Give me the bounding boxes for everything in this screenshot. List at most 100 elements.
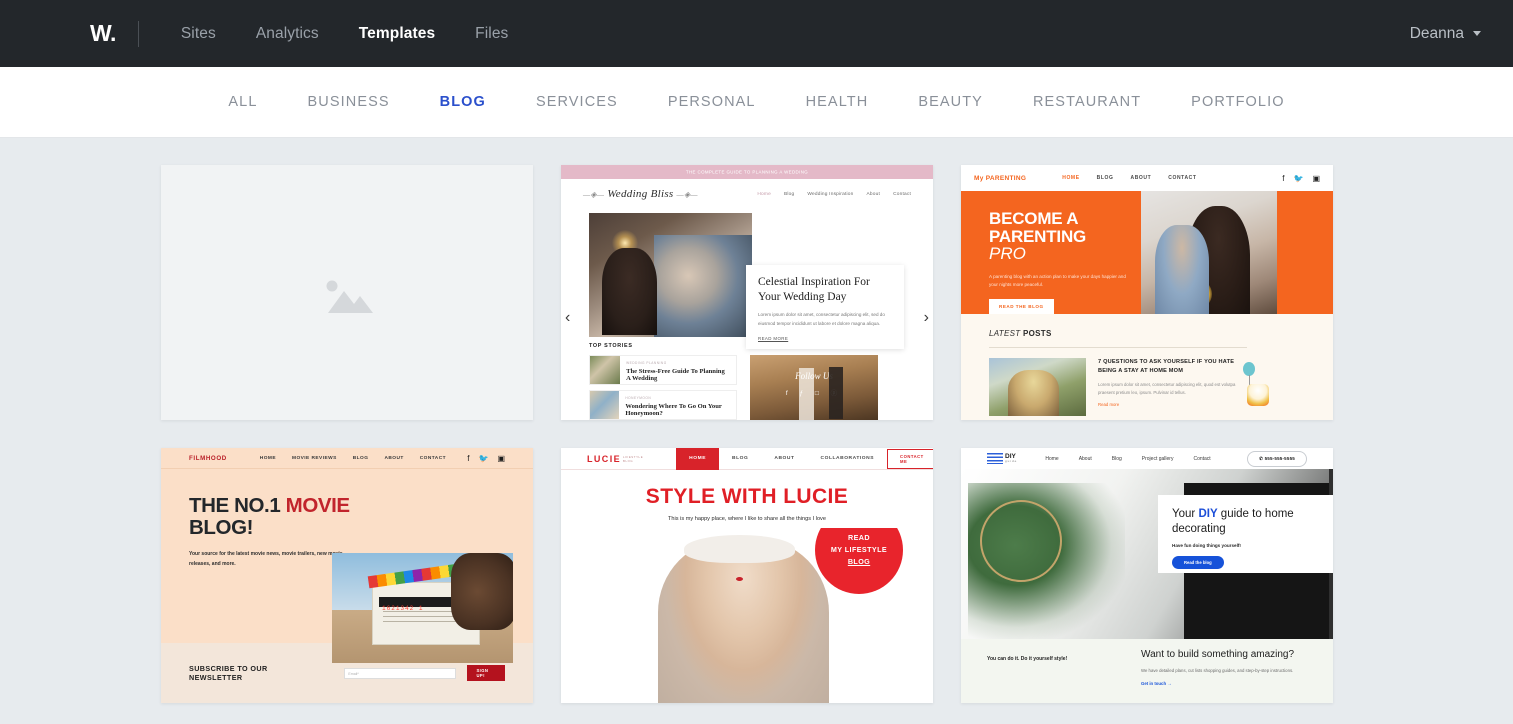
lucie-nav-about[interactable]: ABOUT	[761, 456, 807, 461]
wedding-hero: Celestial Inspiration For Your Wedding D…	[561, 209, 933, 349]
category-personal[interactable]: PERSONAL	[643, 94, 781, 110]
movie-nav-home[interactable]: HOME	[260, 456, 276, 461]
carousel-next-arrow-icon[interactable]: ›	[924, 309, 929, 327]
diy-read-blog-button[interactable]: Read the blog	[1172, 556, 1224, 570]
template-card-parenting[interactable]: My PARENTING HOME BLOG ABOUT CONTACT f 🐦…	[961, 165, 1333, 420]
template-card-diy[interactable]: DIY guide Home About Blog Project galler…	[961, 448, 1333, 703]
wedding-nav-inspiration[interactable]: Wedding Inspiration	[807, 192, 853, 197]
newsletter-email-input[interactable]: Email*	[344, 667, 457, 679]
parenting-hero-title-line1: BECOME A	[989, 209, 1079, 228]
diy-phone-button[interactable]: ✆ 555-555-5555	[1247, 450, 1307, 467]
lucie-nav-home[interactable]: HOME	[676, 448, 720, 470]
diy-nav-contact[interactable]: Contact	[1193, 456, 1210, 462]
parenting-cta-button[interactable]: READ THE BLOG	[989, 298, 1054, 314]
movie-nav-blog[interactable]: BLOG	[353, 456, 369, 461]
lucie-site-header: LUCIE LIFESTYLE BLOG HOME BLOG ABOUT COL…	[561, 448, 933, 470]
movie-hero: THE NO.1 MOVIE BLOG! Your source for the…	[161, 469, 533, 663]
instagram-icon[interactable]: ▣	[497, 454, 505, 463]
chevron-down-icon	[1473, 31, 1481, 36]
movie-hero-body: Your source for the latest movie news, m…	[189, 551, 343, 567]
post-read-more-link[interactable]: Read more	[1098, 402, 1248, 407]
twitter-icon[interactable]: 🐦	[478, 454, 488, 463]
parenting-hero-title-line3: PRO	[989, 243, 1026, 263]
app-logo[interactable]: W.	[90, 22, 116, 45]
parenting-nav-contact[interactable]: CONTACT	[1168, 175, 1196, 181]
diy-tagline: You can do it. Do it yourself style!	[987, 656, 1068, 662]
movie-nav-contact[interactable]: CONTACT	[420, 456, 446, 461]
wedding-logo-ornament-right: —◈—	[676, 190, 698, 199]
newsletter-signup-button[interactable]: SIGN UP!	[467, 665, 505, 681]
nav-item-analytics[interactable]: Analytics	[236, 25, 339, 43]
lucie-contact-button[interactable]: CONTACT ME	[887, 448, 933, 469]
movie-clapperboard-photo: 1621342 1	[332, 553, 513, 663]
nav-item-templates[interactable]: Templates	[339, 25, 455, 43]
parenting-nav-home[interactable]: HOME	[1062, 175, 1079, 181]
template-card-placeholder[interactable]	[161, 165, 533, 420]
wedding-nav-contact[interactable]: Contact	[893, 192, 911, 197]
template-card-movie[interactable]: FILMHOOD HOME MOVIE REVIEWS BLOG ABOUT C…	[161, 448, 533, 703]
parenting-hero-text: BECOME A PARENTING PRO A parenting blog …	[961, 191, 1141, 314]
wedding-nav-blog[interactable]: Blog	[784, 192, 794, 197]
gold-hoop-decor	[979, 499, 1062, 582]
parenting-nav-blog[interactable]: BLOG	[1097, 175, 1114, 181]
movie-nav-reviews[interactable]: MOVIE REVIEWS	[292, 456, 337, 461]
wedding-follow-us-block[interactable]: Follow Us f ƒ □ ⓟ	[750, 355, 878, 420]
diy-nav-home[interactable]: Home	[1045, 456, 1058, 462]
diy-nav-project-gallery[interactable]: Project gallery	[1142, 456, 1174, 462]
wedding-logo-ornament: —◈—	[583, 190, 605, 199]
category-restaurant[interactable]: RESTAURANT	[1008, 94, 1166, 110]
story-text: WEDDING PLANNING The Stress-Free Guide T…	[620, 356, 736, 384]
posts-word: POSTS	[1022, 329, 1052, 338]
wedding-read-more-link[interactable]: READ MORE	[758, 336, 892, 341]
user-menu[interactable]: Deanna	[1410, 25, 1481, 43]
movie-hero-title-line2: BLOG!	[189, 516, 254, 540]
social-icons-row[interactable]: f ƒ □ ⓟ	[750, 387, 878, 397]
parenting-site-header: My PARENTING HOME BLOG ABOUT CONTACT f 🐦…	[961, 165, 1333, 191]
wedding-nav-about[interactable]: About	[867, 192, 881, 197]
story-text: HONEYMOON Wondering Where To Go On Your …	[619, 391, 736, 419]
lucie-logo-text: LUCIE	[587, 453, 621, 464]
diy-lower-section: You can do it. Do it yourself style! Wan…	[961, 639, 1333, 703]
twitter-icon[interactable]: 🐦	[1293, 174, 1303, 183]
facebook-icon[interactable]: f	[467, 454, 469, 463]
diy-nav-about[interactable]: About	[1079, 456, 1092, 462]
nav-item-sites[interactable]: Sites	[161, 25, 236, 43]
diy-get-in-touch-link[interactable]: Get in touch →	[1141, 681, 1315, 686]
top-navigation-bar: W. Sites Analytics Templates Files Deann…	[0, 0, 1513, 67]
wedding-story-item[interactable]: HONEYMOON Wondering Where To Go On Your …	[589, 390, 737, 420]
wedding-hero-card: Celestial Inspiration For Your Wedding D…	[746, 265, 904, 349]
wedding-story-item[interactable]: WEDDING PLANNING The Stress-Free Guide T…	[589, 355, 737, 385]
lucie-nav-blog[interactable]: BLOG	[719, 456, 761, 461]
parenting-post-item[interactable]: 7 QUESTIONS TO ASK YOURSELF IF YOU HATE …	[989, 358, 1333, 416]
wedding-site-header: —◈— Wedding Bliss —◈— Home Blog Wedding …	[561, 179, 933, 209]
category-beauty[interactable]: BEAUTY	[893, 94, 1008, 110]
parenting-nav-about[interactable]: ABOUT	[1130, 175, 1151, 181]
movie-logo-text: FILMHOOD	[189, 454, 227, 462]
email-placeholder: Email*	[348, 671, 359, 676]
template-card-wedding[interactable]: THE COMPLETE GUIDE TO PLANNING A WEDDING…	[561, 165, 933, 420]
category-health[interactable]: HEALTH	[781, 94, 894, 110]
category-blog[interactable]: BLOG	[415, 94, 511, 110]
story-title: Wondering Where To Go On Your Honeymoon?	[625, 403, 722, 417]
diy-logo-sub: guide	[1005, 459, 1018, 464]
lucie-hero-title: STYLE WITH LUCIE	[645, 485, 849, 508]
facebook-icon[interactable]: f	[1282, 174, 1284, 183]
main-nav: Sites Analytics Templates Files	[161, 25, 529, 43]
diy-title-accent: DIY	[1198, 508, 1218, 520]
parenting-social-row: f 🐦 ▣	[1282, 174, 1320, 183]
category-business[interactable]: BUSINESS	[283, 94, 415, 110]
wedding-nav-home[interactable]: Home	[757, 192, 771, 197]
lucie-nav-collaborations[interactable]: COLLABORATIONS	[808, 456, 888, 461]
balloon-kid-mascot-icon	[1243, 362, 1271, 406]
diy-nav-blog[interactable]: Blog	[1112, 456, 1122, 462]
follow-us-caption: Follow Us	[795, 371, 833, 381]
carousel-prev-arrow-icon[interactable]: ‹	[565, 309, 570, 327]
movie-nav-about[interactable]: ABOUT	[384, 456, 403, 461]
instagram-icon[interactable]: ▣	[1312, 174, 1320, 183]
nav-item-files[interactable]: Files	[455, 25, 528, 43]
category-all[interactable]: ALL	[203, 94, 282, 110]
category-services[interactable]: SERVICES	[511, 94, 643, 110]
parenting-logo-text: My PARENTING	[974, 174, 1027, 182]
category-portfolio[interactable]: PORTFOLIO	[1166, 94, 1309, 110]
template-card-lucie[interactable]: LUCIE LIFESTYLE BLOG HOME BLOG ABOUT COL…	[561, 448, 933, 703]
